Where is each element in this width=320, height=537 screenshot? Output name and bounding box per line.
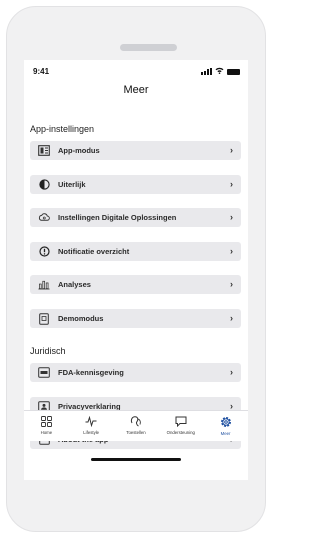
menu-item-label: Instellingen Digitale Oplossingen <box>58 213 177 222</box>
signal-icon <box>201 68 212 75</box>
contrast-icon <box>38 179 50 191</box>
tab-label: Ondersteuning <box>166 430 195 435</box>
status-time: 9:41 <box>33 67 50 76</box>
home-indicator <box>91 458 181 461</box>
chevron-right-icon: › <box>230 246 233 256</box>
menu-item-label: Uiterlijk <box>58 180 86 189</box>
chevron-right-icon: › <box>230 367 233 377</box>
menu-item-fda-notice[interactable]: FDA-kennisgeving › <box>30 363 241 382</box>
tab-devices[interactable]: Toestellen <box>114 416 158 435</box>
phone-screen: 9:41 Meer App-instellingen App-modus › U… <box>24 60 248 480</box>
tab-label: Toestellen <box>126 430 146 435</box>
support-icon <box>175 416 187 427</box>
menu-item-digital-solutions[interactable]: Instellingen Digitale Oplossingen › <box>30 208 241 227</box>
menu-item-notifications[interactable]: Notificatie overzicht › <box>30 242 241 261</box>
speaker-grille <box>120 44 177 51</box>
chevron-right-icon: › <box>230 212 233 222</box>
chevron-right-icon: › <box>230 279 233 289</box>
page-title: Meer <box>123 84 149 96</box>
gear-icon <box>220 416 232 428</box>
notification-icon <box>38 246 50 258</box>
tab-label: Home <box>40 430 53 435</box>
home-icon <box>40 416 52 427</box>
status-bar: 9:41 <box>24 60 248 82</box>
analytics-icon <box>38 279 50 291</box>
tab-label: Meer <box>220 431 231 436</box>
section-heading-app-settings: App-instellingen <box>30 124 95 134</box>
lifestyle-icon <box>85 416 97 427</box>
tab-home[interactable]: Home <box>24 416 68 435</box>
app-mode-icon <box>38 145 50 157</box>
tab-more[interactable]: Meer <box>204 416 248 436</box>
menu-item-demo-mode[interactable]: Demomodus › <box>30 309 241 328</box>
chevron-right-icon: › <box>230 179 233 189</box>
menu-item-appearance[interactable]: Uiterlijk › <box>30 175 241 194</box>
menu-item-label: App-modus <box>58 146 100 155</box>
wifi-icon <box>215 67 224 76</box>
tab-label: Lifestyle <box>83 430 100 435</box>
status-icons <box>201 67 240 76</box>
section-heading-legal: Juridisch <box>30 346 66 356</box>
chevron-right-icon: › <box>230 145 233 155</box>
tab-lifestyle[interactable]: Lifestyle <box>69 416 113 435</box>
menu-item-label: Notificatie overzicht <box>58 247 130 256</box>
menu-item-analytics[interactable]: Analyses › <box>30 275 241 294</box>
demo-icon <box>38 312 50 325</box>
tab-bar: Home Lifestyle Toestellen Ondersteuning … <box>24 410 248 441</box>
menu-item-label: Analyses <box>58 280 91 289</box>
tab-support[interactable]: Ondersteuning <box>159 416 203 435</box>
menu-item-label: Demomodus <box>58 314 104 323</box>
battery-icon <box>227 68 240 75</box>
menu-item-app-mode[interactable]: App-modus › <box>30 141 241 160</box>
chevron-right-icon: › <box>230 313 233 323</box>
fda-icon <box>38 367 50 379</box>
cloud-settings-icon <box>38 212 50 224</box>
devices-icon <box>130 416 142 427</box>
menu-item-label: FDA-kennisgeving <box>58 368 124 377</box>
